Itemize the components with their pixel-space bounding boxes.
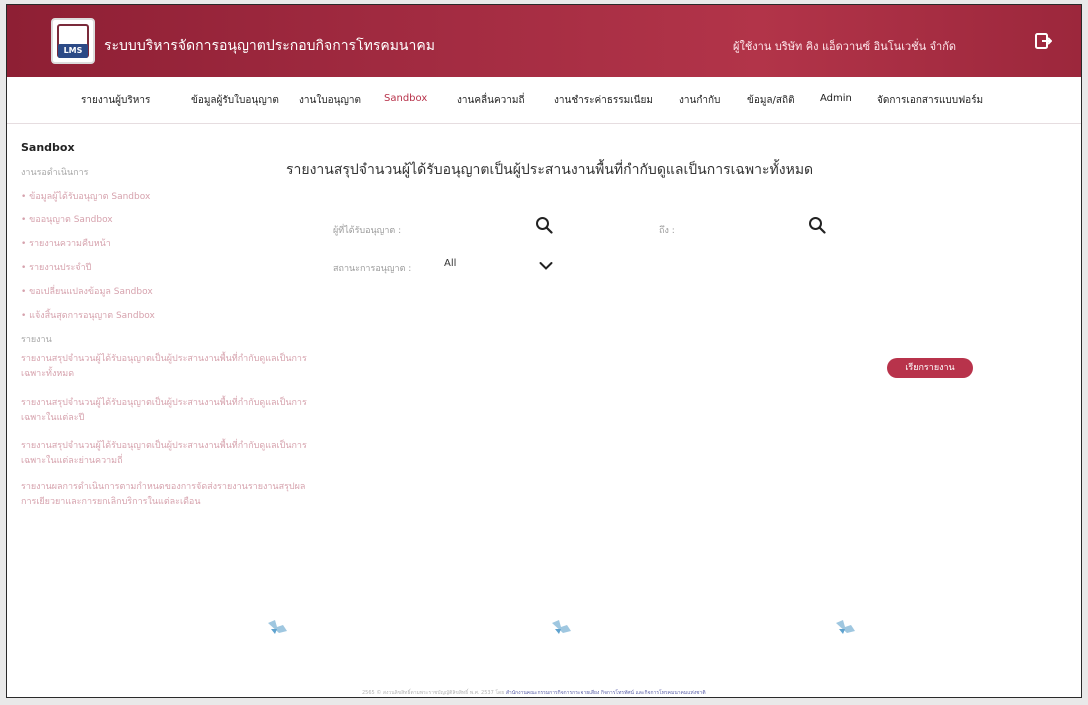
search-icon[interactable] — [535, 216, 553, 234]
sidebar-report-yearly[interactable]: รายงานสรุปจำนวนผู้ได้รับอนุญาตเป็นผู้ประ… — [21, 396, 311, 426]
nav-item-fee-payment[interactable]: งานชำระค่าธรรมเนียม — [554, 93, 653, 108]
nav-item-executive-report[interactable]: รายงานผู้บริหาร — [81, 93, 150, 108]
lms-logo[interactable]: LMS — [51, 18, 95, 64]
footer-copyright: 2565 © สงวนลิขสิทธิ์ตามพระราชบัญญัติลิขส… — [362, 690, 505, 696]
nav-item-statistics[interactable]: ข้อมูล/สถิติ — [747, 93, 795, 108]
user-info: ผู้ใช้งาน บริษัท คิง แอ็ดวานซ์ อินโนเวชั… — [733, 40, 957, 53]
sidebar-section-pending: งานรอดำเนินการ — [21, 168, 89, 178]
sidebar-report-frequency[interactable]: รายงานสรุปจำนวนผู้ได้รับอนุญาตเป็นผู้ประ… — [21, 439, 311, 469]
sidebar-title: Sandbox — [21, 141, 75, 154]
header-bar: LMS ระบบบริหารจัดการอนุญาตประกอบกิจการโท… — [7, 5, 1081, 77]
nav-item-frequency[interactable]: งานคลื่นความถี่ — [457, 93, 525, 108]
app-window: LMS ระบบบริหารจัดการอนุญาตประกอบกิจการโท… — [6, 4, 1082, 698]
decoration-icon — [268, 620, 287, 634]
nav-item-licensee-info[interactable]: ข้อมูลผู้รับใบอนุญาต — [191, 93, 279, 108]
app-title: ระบบบริหารจัดการอนุญาตประกอบกิจการโทรคมน… — [104, 37, 435, 53]
sidebar-report-monthly[interactable]: รายงานผลการดำเนินการตามกำหนดของการจัดส่ง… — [21, 480, 311, 510]
logout-icon[interactable] — [1034, 32, 1052, 50]
sidebar-item-progress-report[interactable]: • รายงานความคืบหน้า — [21, 236, 111, 250]
sidebar-section-reports: รายงาน — [21, 335, 52, 345]
nav-item-sandbox[interactable]: Sandbox — [384, 93, 427, 104]
main-nav: รายงานผู้บริหาร ข้อมูลผู้รับใบอนุญาต งาน… — [7, 77, 1081, 124]
sidebar-item-sandbox-request[interactable]: • ขออนุญาต Sandbox — [21, 212, 113, 226]
sidebar-item-sandbox-change[interactable]: • ขอเปลี่ยนแปลงข้อมูล Sandbox — [21, 284, 153, 298]
nav-item-admin[interactable]: Admin — [820, 93, 852, 104]
licensee-filter-label: ผู้ที่ได้รับอนุญาต : — [333, 226, 402, 236]
decoration-icon — [836, 620, 855, 634]
search-icon[interactable] — [808, 216, 826, 234]
footer: 2565 © สงวนลิขสิทธิ์ตามพระราชบัญญัติลิขส… — [362, 689, 706, 697]
sidebar-item-sandbox-end[interactable]: • แจ้งสิ้นสุดการอนุญาต Sandbox — [21, 308, 155, 322]
status-filter-label: สถานะการอนุญาต : — [333, 264, 412, 274]
logo-label: LMS — [58, 44, 88, 58]
nav-item-form-documents[interactable]: จัดการเอกสารแบบฟอร์ม — [877, 93, 983, 108]
status-select[interactable]: All — [444, 258, 456, 269]
footer-org-link[interactable]: สำนักงานคณะกรรมการกิจการกระจายเสียง กิจก… — [506, 690, 706, 696]
sidebar-item-annual-report[interactable]: • รายงานประจำปี — [21, 260, 91, 274]
page-title: รายงานสรุปจำนวนผู้ได้รับอนุญาตเป็นผู้ประ… — [286, 162, 814, 178]
sidebar-item-sandbox-licensee[interactable]: • ข้อมูลผู้ได้รับอนุญาต Sandbox — [21, 189, 150, 203]
decoration-icon — [552, 620, 571, 634]
nav-item-license-work[interactable]: งานใบอนุญาต — [299, 93, 361, 108]
chevron-down-icon[interactable] — [539, 261, 553, 271]
sidebar-report-all[interactable]: รายงานสรุปจำนวนผู้ได้รับอนุญาตเป็นผู้ประ… — [21, 352, 311, 382]
run-report-button[interactable]: เรียกรายงาน — [887, 358, 973, 378]
nav-item-supervision[interactable]: งานกำกับ — [679, 93, 720, 108]
to-filter-label: ถึง : — [659, 226, 675, 236]
